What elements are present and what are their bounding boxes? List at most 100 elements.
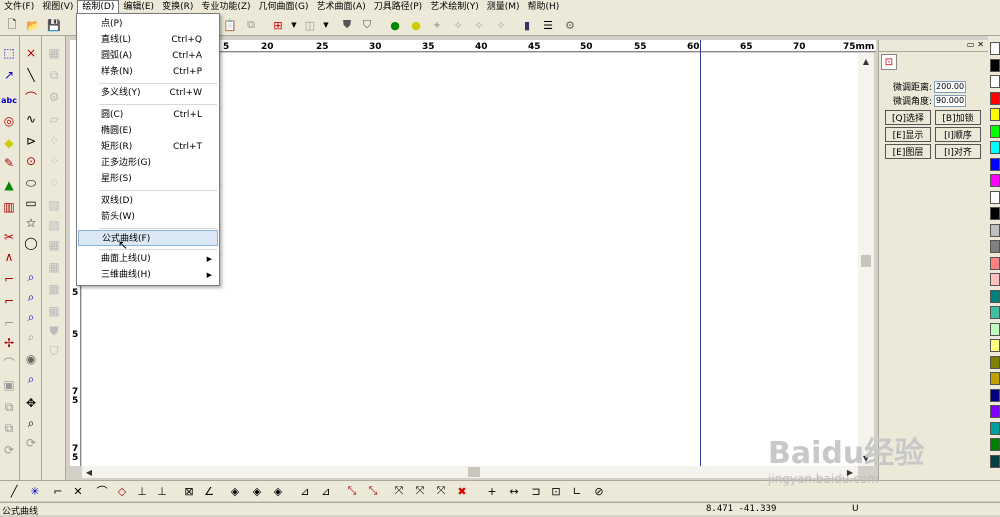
list-icon[interactable]: ☰ — [540, 17, 556, 33]
shield-filled-icon[interactable]: ⛉ — [359, 17, 375, 33]
rotate-icon[interactable]: ⟳ — [0, 441, 18, 459]
menu-item-polygon[interactable]: 正多边形(G) — [78, 155, 218, 171]
view-3d-icon[interactable]: ◫ — [302, 17, 318, 33]
menu-help[interactable]: 帮助(H) — [524, 0, 564, 14]
dimension-icon[interactable]: ↔ — [506, 483, 522, 499]
corner-snap-icon[interactable]: ⌐ — [50, 483, 66, 499]
hatch2-disabled-icon[interactable]: ▨ — [45, 216, 63, 234]
select-button[interactable]: [Q]选择 — [885, 110, 931, 125]
offset-icon[interactable]: ⌐ — [0, 314, 18, 332]
paint-tool-icon[interactable]: ▥ — [0, 198, 18, 216]
cut-icon[interactable]: ⊿ — [297, 483, 313, 499]
color-swatch[interactable] — [990, 306, 1000, 319]
align-button[interactable]: [I]对齐 — [935, 144, 981, 159]
lock-button[interactable]: [B]加锁 — [935, 110, 981, 125]
color-swatch[interactable] — [990, 108, 1000, 121]
diamond-snap-icon[interactable]: ◇ — [114, 483, 130, 499]
light-icon[interactable]: ✦ — [429, 17, 445, 33]
menu-toolpath[interactable]: 刀具路径(P) — [370, 0, 426, 14]
color-swatch[interactable] — [990, 322, 1000, 336]
angle-snap-icon[interactable]: ∠ — [201, 483, 217, 499]
delete-node-icon[interactable]: ⤡ — [344, 483, 360, 499]
spline-tool-icon[interactable]: ∿ — [22, 110, 40, 128]
extend-icon[interactable]: ⌒ — [0, 354, 18, 372]
color-swatch[interactable] — [990, 174, 1000, 187]
scissors-icon[interactable]: ✂ — [0, 228, 18, 246]
menu-measure[interactable]: 测量(M) — [483, 0, 524, 14]
scroll-up-icon[interactable]: ▲ — [860, 55, 872, 67]
star-tool-icon[interactable]: ☆ — [22, 214, 40, 232]
arc-tool-icon[interactable]: ⌒ — [22, 88, 40, 106]
circle-draw-icon[interactable]: ⊙ — [22, 152, 40, 170]
zoom-fit-icon[interactable]: ⌕ — [22, 328, 40, 346]
menu-file[interactable]: 文件(F) — [0, 0, 38, 14]
copy-icon[interactable]: ⧉ — [243, 17, 259, 33]
plus-icon[interactable]: + — [484, 483, 500, 499]
transform-icon[interactable]: ⤧ — [391, 483, 407, 499]
shield2-disabled-icon[interactable]: ⛉ — [45, 342, 63, 360]
bulb-yellow-icon[interactable]: ● — [408, 17, 424, 33]
text-tool-icon[interactable]: abc — [0, 91, 18, 109]
zoom-realtime-icon[interactable]: ⌕ — [22, 414, 40, 432]
cross-snap-icon[interactable]: ✕ — [70, 483, 86, 499]
shield-disabled-icon[interactable]: ⛊ — [45, 322, 63, 340]
horizontal-scrollbar[interactable]: ◀ ▶ — [82, 466, 858, 478]
polyline-tool-icon[interactable]: ⊳ — [22, 132, 40, 150]
menu-item-rectangle[interactable]: 矩形(R) Ctrl+T — [78, 139, 218, 155]
menu-item-polyline[interactable]: 多义线(Y) Ctrl+W — [78, 85, 218, 101]
circle-outline-icon[interactable]: ◯ — [22, 234, 40, 252]
menu-transform[interactable]: 变换(R) — [158, 0, 197, 14]
eraser-icon[interactable]: ✎ — [0, 154, 18, 172]
node-snap-icon[interactable]: ◈ — [227, 483, 243, 499]
menu-item-arrow[interactable]: 箭头(W) — [78, 209, 218, 225]
view-dropdown-icon[interactable]: ▼ — [318, 17, 334, 33]
menu-edit[interactable]: 编辑(E) — [119, 0, 158, 14]
rectangle-tool-icon[interactable]: ▭ — [22, 194, 40, 212]
arc-snap-icon[interactable]: ⌒ — [94, 483, 110, 499]
grid4-disabled-icon[interactable]: ▦ — [45, 302, 63, 320]
horizontal-scroll-thumb[interactable] — [468, 467, 480, 477]
menu-item-point[interactable]: 点(P) — [78, 16, 218, 32]
color-swatch[interactable] — [990, 157, 1000, 171]
grid-dropdown-icon[interactable]: ▼ — [286, 17, 302, 33]
perpendicular-icon[interactable]: ⊥ — [134, 483, 150, 499]
fine-distance-input[interactable] — [934, 80, 967, 93]
grid3-disabled-icon[interactable]: ▦ — [45, 280, 63, 298]
fill-tool-icon[interactable]: ▲ — [0, 176, 18, 194]
menu-professional[interactable]: 专业功能(Z) — [197, 0, 254, 14]
delete-node2-icon[interactable]: ⤡ — [365, 483, 381, 499]
menu-item-ellipse[interactable]: 椭圆(E) — [78, 123, 218, 139]
color-swatch[interactable] — [990, 141, 1000, 154]
grid-disabled-icon[interactable]: ▦ — [45, 236, 63, 254]
select-rect-icon[interactable]: ⬚ — [0, 44, 18, 62]
menu-item-3d-curve[interactable]: 三维曲线(H) ▶ — [78, 267, 218, 283]
color-swatch[interactable] — [990, 256, 1000, 270]
color-swatch[interactable] — [990, 75, 1000, 88]
open-folder-icon[interactable]: 📂 — [25, 17, 41, 33]
dots3-disabled-icon[interactable]: ⁘ — [45, 174, 63, 192]
trim-icon[interactable]: ✢ — [0, 334, 18, 352]
vertical-scroll-thumb[interactable] — [861, 255, 871, 267]
scroll-left-icon[interactable]: ◀ — [83, 466, 95, 478]
color-swatch[interactable] — [990, 454, 1000, 468]
color-swatch[interactable] — [990, 289, 1000, 303]
node3-snap-icon[interactable]: ◈ — [270, 483, 286, 499]
color-swatch[interactable] — [990, 438, 1000, 451]
color-swatch[interactable] — [990, 421, 1000, 435]
menu-item-double-line[interactable]: 双线(D) — [78, 193, 218, 209]
light3-icon[interactable]: ✧ — [471, 17, 487, 33]
panel-close-icon[interactable]: ✕ — [977, 40, 984, 51]
color-swatch[interactable] — [990, 273, 1000, 286]
snap-icon[interactable]: ✳ — [27, 483, 43, 499]
transform2-icon[interactable]: ⤧ — [412, 483, 428, 499]
color-swatch[interactable] — [990, 207, 1000, 220]
delete-icon[interactable]: ✖ — [454, 483, 470, 499]
menu-item-star[interactable]: 星形(S) — [78, 171, 218, 187]
dots-disabled-icon[interactable]: ⁘ — [45, 132, 63, 150]
light2-icon[interactable]: ✧ — [450, 17, 466, 33]
angle-dimension-icon[interactable]: ∟ — [569, 483, 585, 499]
node-edit-icon[interactable]: ↗ — [0, 66, 18, 84]
corner-tool-icon[interactable]: ⌐ — [0, 270, 18, 288]
group-icon[interactable]: ⧉ — [0, 398, 18, 416]
array-icon[interactable]: ▣ — [0, 376, 18, 394]
